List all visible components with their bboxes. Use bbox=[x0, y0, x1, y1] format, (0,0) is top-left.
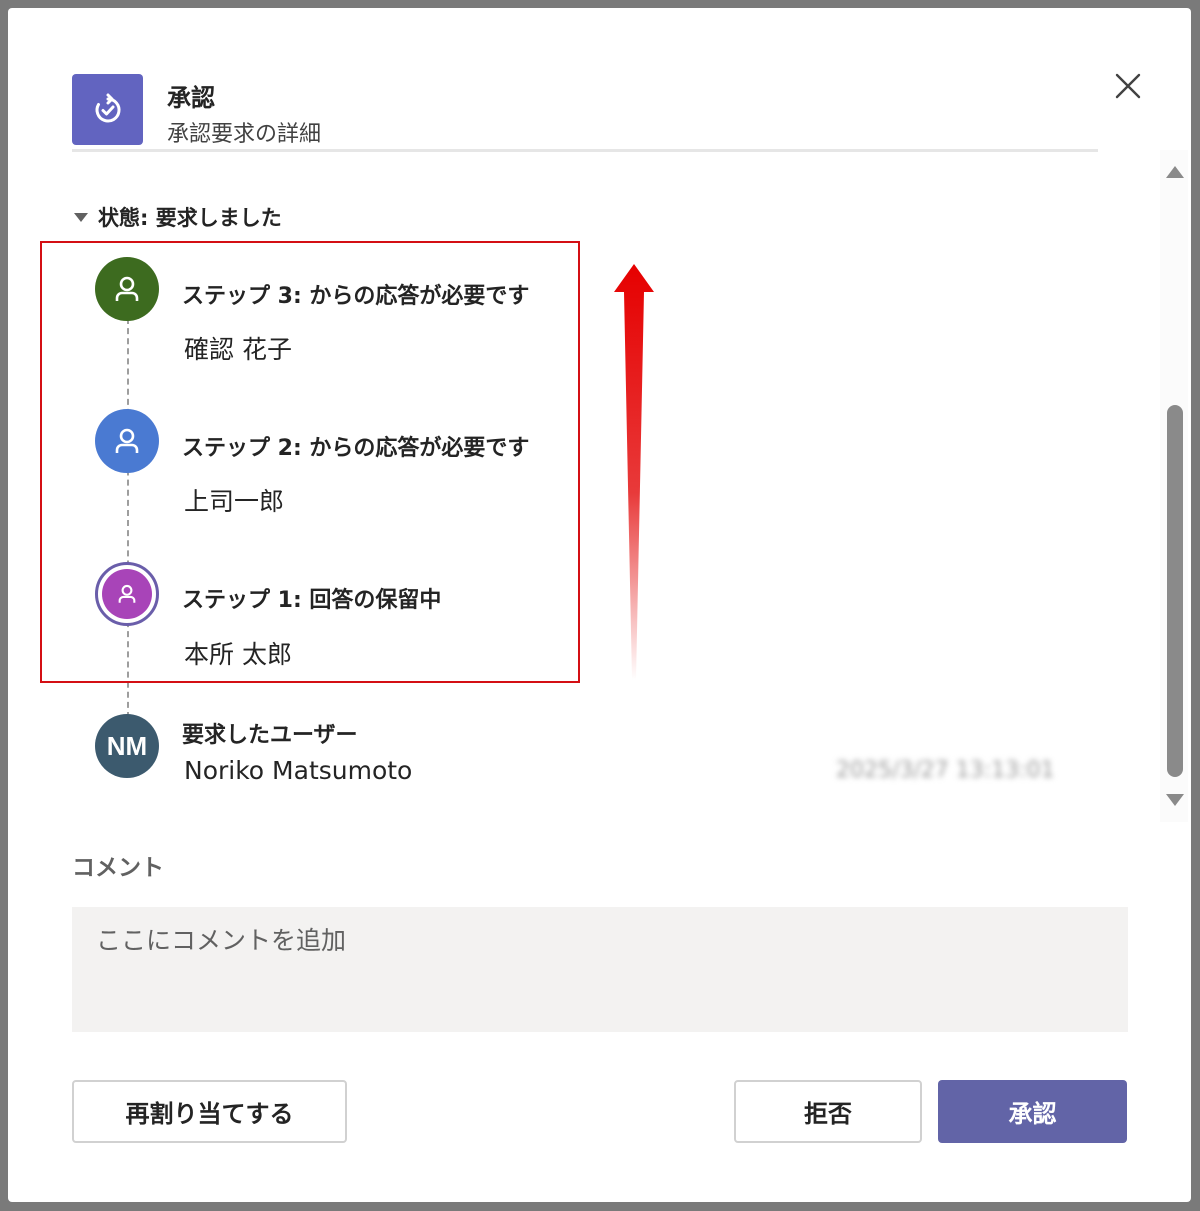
status-label: 状態: 要求しました bbox=[98, 206, 282, 230]
request-timestamp: 2025/3/27 13:13:01 bbox=[836, 758, 1055, 783]
dialog-subtitle: 承認要求の詳細 bbox=[167, 122, 322, 147]
reject-button[interactable]: 拒否 bbox=[734, 1080, 922, 1143]
approvals-icon bbox=[72, 74, 143, 145]
highlight-annotation bbox=[40, 241, 580, 683]
comment-label: コメント bbox=[72, 855, 164, 881]
caret-down-icon bbox=[74, 212, 88, 222]
scrollbar-thumb[interactable] bbox=[1167, 405, 1183, 777]
arrow-up-icon bbox=[614, 264, 654, 680]
approval-details-dialog: 承認 承認要求の詳細 状態: 要求しました ステップ 3: からの応答が必要です… bbox=[8, 8, 1191, 1202]
requester-title: 要求したユーザー bbox=[182, 723, 358, 748]
scroll-down-icon[interactable] bbox=[1166, 794, 1184, 806]
comment-input[interactable] bbox=[72, 907, 1128, 1032]
status-toggle[interactable]: 状態: 要求しました bbox=[74, 202, 282, 232]
requester-name: Noriko Matsumoto bbox=[184, 756, 413, 785]
requester-avatar: NM bbox=[95, 714, 159, 778]
header-divider bbox=[72, 149, 1098, 152]
approve-button[interactable]: 承認 bbox=[938, 1080, 1127, 1143]
dialog-title: 承認 bbox=[167, 84, 215, 112]
close-icon[interactable] bbox=[1110, 68, 1146, 104]
scroll-up-icon[interactable] bbox=[1166, 166, 1184, 178]
reassign-button[interactable]: 再割り当てする bbox=[72, 1080, 347, 1143]
